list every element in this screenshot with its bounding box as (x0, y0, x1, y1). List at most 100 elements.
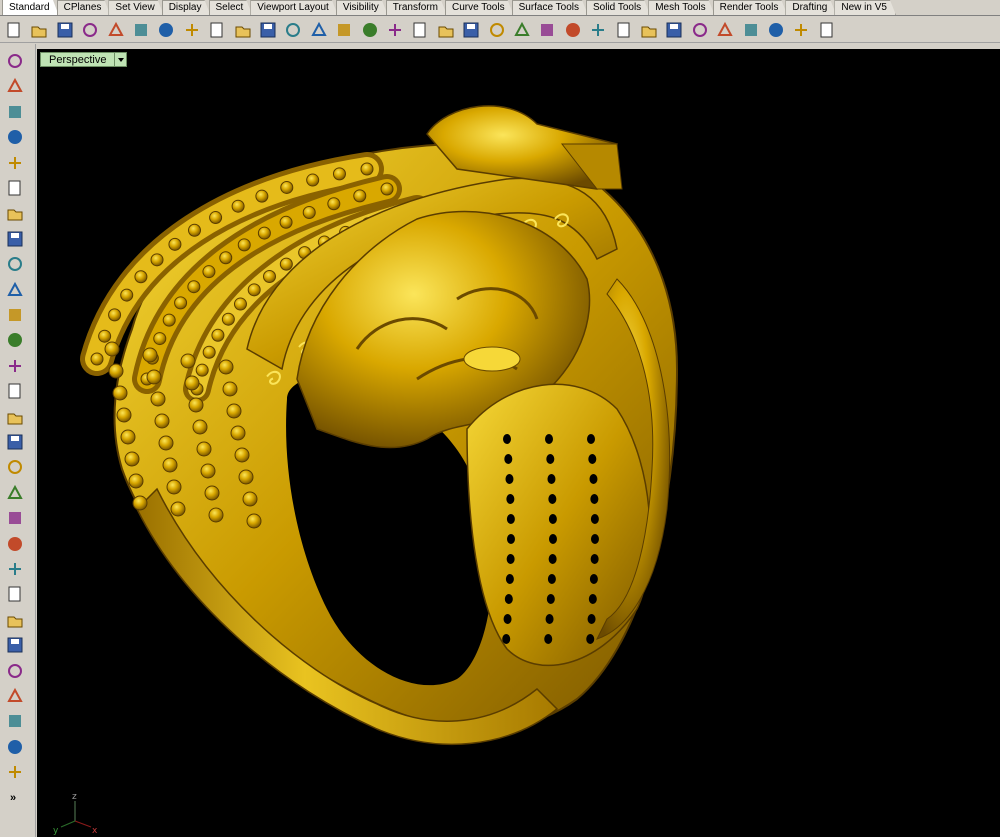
zoom-dynamic-icon[interactable] (308, 19, 330, 41)
bead (112, 385, 128, 401)
pan-hand-icon[interactable] (232, 19, 254, 41)
extrude-icon[interactable] (4, 329, 26, 351)
pierced-hole (547, 474, 556, 484)
pierced-hole (545, 434, 553, 444)
text-icon[interactable] (4, 660, 26, 682)
curve-icon[interactable] (4, 126, 26, 148)
point-icon[interactable] (4, 75, 26, 97)
boolean-icon[interactable] (4, 558, 26, 580)
more-tools-button[interactable]: » (10, 792, 16, 804)
copy-icon[interactable] (155, 19, 177, 41)
tab-transform[interactable]: Transform (386, 0, 447, 15)
move-view-icon[interactable] (257, 19, 279, 41)
save-icon[interactable] (54, 19, 76, 41)
rotate-view-icon[interactable] (282, 19, 304, 41)
tab-drafting[interactable]: Drafting (785, 0, 836, 15)
car-icon[interactable] (435, 19, 457, 41)
pierced-hole (545, 614, 554, 624)
print-icon[interactable] (79, 19, 101, 41)
viewport-menu-arrow-icon[interactable] (114, 52, 128, 67)
split-icon[interactable] (4, 533, 26, 555)
render-sphere-icon[interactable] (638, 19, 660, 41)
fillet-icon[interactable] (4, 279, 26, 301)
tab-viewport-layout[interactable]: Viewport Layout (250, 0, 338, 15)
array-icon[interactable] (4, 685, 26, 707)
ring-model[interactable] (37, 49, 1000, 837)
open-folder-icon[interactable] (28, 19, 50, 41)
help-icon[interactable] (816, 19, 838, 41)
tab-set-view[interactable]: Set View (108, 0, 163, 15)
gear-icon[interactable] (765, 19, 787, 41)
pierced-hole (548, 494, 557, 504)
ellipse-icon[interactable] (4, 177, 26, 199)
select-arrow-icon[interactable] (4, 50, 26, 72)
sphere-solid-icon[interactable] (4, 380, 26, 402)
tab-visibility[interactable]: Visibility (336, 0, 388, 15)
cylinder-solid-icon[interactable] (4, 406, 26, 428)
group-icon[interactable] (4, 583, 26, 605)
polyline-icon[interactable] (4, 101, 26, 123)
analyze-icon[interactable] (4, 736, 26, 758)
trim-icon[interactable] (4, 507, 26, 529)
tab-standard[interactable]: Standard (2, 0, 59, 15)
tab-select[interactable]: Select (209, 0, 253, 15)
undo-icon[interactable] (206, 19, 228, 41)
tab-new-in-v5[interactable]: New in V5 (834, 0, 896, 15)
snap-grid-icon[interactable] (511, 19, 533, 41)
camera-icon[interactable] (460, 19, 482, 41)
viewport-title-tab[interactable]: Perspective (40, 52, 128, 67)
paste-icon[interactable] (181, 19, 203, 41)
pierced-hole (588, 594, 597, 604)
arc-icon[interactable] (4, 202, 26, 224)
zoom-window-icon[interactable] (359, 19, 381, 41)
bead (353, 189, 367, 203)
rectangle-icon[interactable] (4, 228, 26, 250)
tab-mesh-tools[interactable]: Mesh Tools (648, 0, 714, 15)
viewport-title[interactable]: Perspective (40, 52, 115, 67)
color-palette-icon[interactable] (587, 19, 609, 41)
box-solid-icon[interactable] (4, 355, 26, 377)
pierced-hole (506, 494, 515, 504)
pin-icon[interactable] (740, 19, 762, 41)
cut-icon[interactable] (130, 19, 152, 41)
bead (231, 199, 245, 213)
tab-curve-tools[interactable]: Curve Tools (445, 0, 514, 15)
tab-display[interactable]: Display (162, 0, 211, 15)
color-wheel-icon[interactable] (613, 19, 635, 41)
circle-icon[interactable] (4, 152, 26, 174)
tab-cplanes[interactable]: CPlanes (57, 0, 111, 15)
bead (246, 513, 262, 529)
surface-icon[interactable] (4, 304, 26, 326)
bead (211, 328, 225, 342)
tab-render-tools[interactable]: Render Tools (713, 0, 788, 15)
zoom-selected-icon[interactable] (384, 19, 406, 41)
shade-sphere-icon[interactable] (663, 19, 685, 41)
bend-icon[interactable] (4, 634, 26, 656)
plane-icon[interactable] (4, 431, 26, 453)
viewport-layout-icon[interactable] (409, 19, 431, 41)
bead (280, 180, 294, 194)
bead (142, 347, 158, 363)
bead (302, 206, 316, 220)
lock-icon[interactable] (562, 19, 584, 41)
pierced-hole (587, 614, 596, 624)
osnap-icon[interactable] (790, 19, 812, 41)
perspective-viewport[interactable]: Perspective z x y (37, 49, 1000, 837)
ghost-sphere-icon[interactable] (689, 19, 711, 41)
light-bulb-icon[interactable] (536, 19, 558, 41)
blue-sphere-icon[interactable] (714, 19, 736, 41)
zoom-extents-icon[interactable] (333, 19, 355, 41)
polygon-icon[interactable] (4, 253, 26, 275)
pierced-hole (502, 634, 511, 644)
tab-solid-tools[interactable]: Solid Tools (586, 0, 650, 15)
bead (180, 353, 196, 369)
new-file-icon[interactable] (3, 19, 25, 41)
puzzle-icon[interactable] (4, 456, 26, 478)
import-icon[interactable] (105, 19, 127, 41)
curve-edit-icon[interactable] (4, 609, 26, 631)
transform-icon[interactable] (4, 710, 26, 732)
mesh-icon[interactable] (4, 761, 26, 783)
move-icon[interactable] (4, 482, 26, 504)
circle-plus-icon[interactable] (486, 19, 508, 41)
tab-surface-tools[interactable]: Surface Tools (512, 0, 588, 15)
